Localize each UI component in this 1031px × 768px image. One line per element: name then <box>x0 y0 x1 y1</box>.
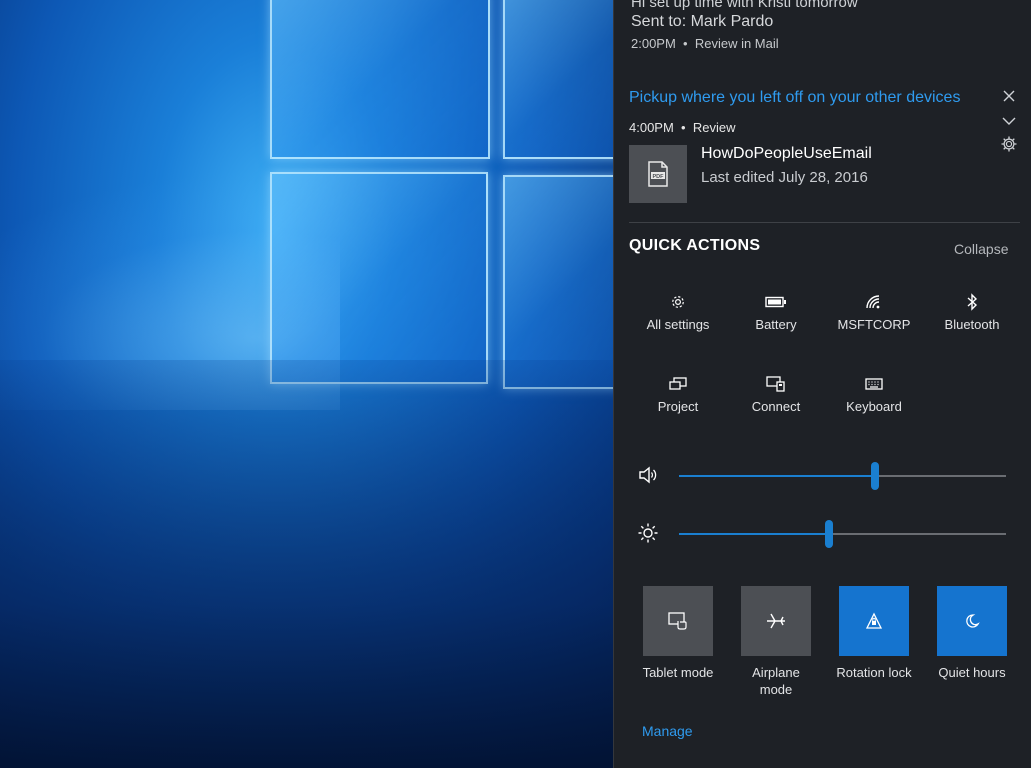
email-notification-title[interactable]: Hi set up time with Kristi tomorrow <box>631 0 858 11</box>
pdf-file-icon[interactable]: PDF <box>629 145 687 203</box>
tablet-mode-toggle[interactable] <box>643 586 713 656</box>
review-in-mail-link[interactable]: Review in Mail <box>695 36 779 51</box>
rotation-lock-icon <box>865 612 883 629</box>
pickup-notification-time: 4:00PM <box>629 120 674 135</box>
window-pane-top-left <box>270 0 490 159</box>
battery-button[interactable]: Battery <box>727 282 825 342</box>
project-icon <box>669 372 687 396</box>
keyboard-button[interactable]: Keyboard <box>825 364 923 424</box>
notification-settings-gear-icon[interactable] <box>1000 135 1018 158</box>
wifi-icon <box>865 290 883 314</box>
volume-slider-row <box>634 460 1014 490</box>
all-settings-label: All settings <box>646 317 710 332</box>
connect-icon <box>766 372 786 396</box>
brightness-slider[interactable] <box>679 520 1006 548</box>
keyboard-label: Keyboard <box>846 399 902 414</box>
review-link[interactable]: Review <box>693 120 736 135</box>
battery-icon <box>765 290 787 314</box>
project-label: Project <box>657 399 699 414</box>
bluetooth-icon <box>966 290 978 314</box>
brightness-icon[interactable] <box>637 522 659 549</box>
wifi-network-button[interactable]: MSFTCORP <box>825 282 923 342</box>
connect-label: Connect <box>751 399 801 414</box>
bluetooth-button[interactable]: Bluetooth <box>923 282 1021 342</box>
bluetooth-label: Bluetooth <box>944 317 1000 332</box>
separator-dot: • <box>677 120 690 135</box>
tablet-mode-icon <box>668 612 687 630</box>
volume-slider-thumb[interactable] <box>871 462 880 490</box>
pickup-notification-meta: 4:00PM • Review <box>629 120 735 135</box>
action-center-panel: Hi set up time with Kristi tomorrow Sent… <box>613 0 1031 768</box>
close-icon[interactable] <box>1002 89 1016 108</box>
brightness-slider-fill <box>679 533 830 535</box>
manage-link[interactable]: Manage <box>642 723 693 739</box>
document-name[interactable]: HowDoPeopleUseEmail <box>701 145 872 163</box>
window-pane-top-right <box>503 0 613 159</box>
separator-dot: • <box>679 36 692 51</box>
collapse-button[interactable]: Collapse <box>954 241 1008 257</box>
project-button[interactable]: Project <box>629 364 727 424</box>
connect-button[interactable]: Connect <box>727 364 825 424</box>
tablet-mode-label: Tablet mode <box>642 665 714 680</box>
quick-actions-title: QUICK ACTIONS <box>629 237 761 254</box>
window-pane-bottom-left <box>270 172 488 384</box>
quiet-hours-label: Quiet hours <box>938 665 1006 680</box>
volume-slider[interactable] <box>679 462 1006 490</box>
rotation-lock-label: Rotation lock <box>836 665 912 680</box>
wifi-network-label: MSFTCORP <box>837 317 911 332</box>
volume-slider-fill <box>679 475 876 477</box>
email-notification-recipient: Sent to: Mark Pardo <box>631 13 774 30</box>
airplane-mode-label: Airplane mode <box>752 665 800 697</box>
all-settings-button[interactable]: All settings <box>629 282 727 342</box>
rotation-lock-toggle[interactable] <box>839 586 909 656</box>
speaker-icon[interactable] <box>637 464 659 491</box>
chevron-down-icon[interactable] <box>1002 113 1016 131</box>
document-last-edited: Last edited July 28, 2016 <box>701 169 868 186</box>
quiet-hours-toggle[interactable] <box>937 586 1007 656</box>
section-divider <box>629 222 1020 223</box>
keyboard-icon <box>865 372 883 396</box>
moon-icon <box>966 614 980 628</box>
window-pane-bottom-right <box>503 175 613 389</box>
brightness-slider-thumb[interactable] <box>825 520 834 548</box>
airplane-mode-toggle[interactable] <box>741 586 811 656</box>
pdf-badge-text: PDF <box>653 174 665 180</box>
airplane-icon <box>767 613 785 629</box>
battery-label: Battery <box>755 317 797 332</box>
pickup-notification-title[interactable]: Pickup where you left off on your other … <box>629 89 960 107</box>
brightness-slider-row <box>634 518 1014 548</box>
desktop-wallpaper <box>0 0 613 768</box>
wallpaper-floor <box>0 360 613 768</box>
email-notification-meta: 2:00PM • Review in Mail <box>631 36 779 51</box>
gear-icon <box>669 290 687 314</box>
email-notification-time: 2:00PM <box>631 36 676 51</box>
